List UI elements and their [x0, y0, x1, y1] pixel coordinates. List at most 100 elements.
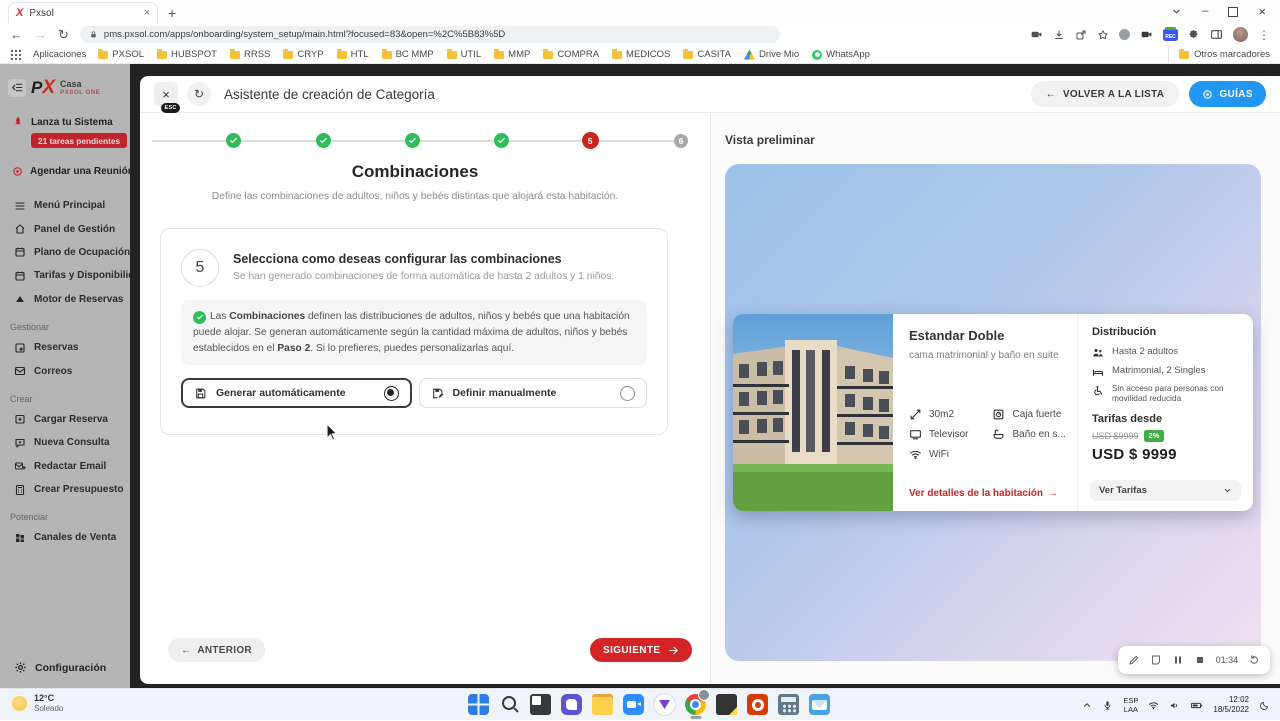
bookmark-item[interactable]: BC MMP: [382, 49, 434, 60]
speaker-icon[interactable]: [1169, 700, 1180, 711]
note-icon[interactable]: [1150, 654, 1162, 666]
window-maximize-button[interactable]: [1228, 7, 1238, 17]
new-tab-button[interactable]: +: [168, 6, 176, 20]
extensions-puzzle-icon[interactable]: [1188, 29, 1200, 41]
clock-widget[interactable]: 12:02 18/5/2022: [1213, 695, 1249, 716]
step-indicator[interactable]: 6: [674, 134, 688, 148]
reload-button[interactable]: ↻: [58, 28, 69, 41]
window-close-button[interactable]: ×: [1258, 5, 1266, 18]
step-indicator[interactable]: [316, 133, 331, 148]
restart-icon[interactable]: [1248, 654, 1260, 666]
sidebar-item[interactable]: Gestionar: [0, 311, 130, 336]
taskbar-app-icon[interactable]: [776, 692, 801, 717]
video-call-extension-icon[interactable]: [1030, 28, 1043, 41]
step-indicator[interactable]: [405, 133, 420, 148]
schedule-meeting-item[interactable]: Agendar una Reunión: [12, 166, 130, 177]
taskbar-app-icon[interactable]: [652, 692, 677, 717]
launch-system-item[interactable]: Lanza tu Sistema 21 tareas pendientes: [12, 116, 126, 149]
bookmark-item[interactable]: UTIL: [447, 49, 482, 60]
sidebar-item[interactable]: Redactar Email: [0, 455, 130, 478]
bookmark-item[interactable]: Drive Mio: [744, 49, 799, 60]
stop-icon[interactable]: [1194, 654, 1206, 666]
bookmark-item[interactable]: CASITA: [683, 49, 731, 60]
view-rates-button[interactable]: Ver Tarifas: [1090, 480, 1241, 501]
screenshot-extension-icon[interactable]: [1140, 28, 1153, 41]
option-generate-auto[interactable]: Generar automáticamente: [181, 378, 412, 408]
taskbar-app-icon[interactable]: [497, 692, 522, 717]
radio-selected[interactable]: [384, 386, 399, 401]
sidebar-item[interactable]: Crear Presupuesto: [0, 478, 130, 501]
sidebar-item[interactable]: Nueva Consulta: [0, 431, 130, 454]
taskbar-app-icon[interactable]: [714, 692, 739, 717]
url-bar[interactable]: pms.pxsol.com/apps/onboarding/system_set…: [80, 26, 780, 43]
back-button[interactable]: ←: [10, 28, 23, 41]
language-indicator[interactable]: ESPLAA: [1123, 696, 1138, 715]
room-details-link[interactable]: Ver detalles de la habitación →: [909, 488, 1058, 499]
sidebar-item[interactable]: Plano de Ocupación: [0, 241, 130, 264]
radio-unselected[interactable]: [620, 386, 635, 401]
pause-icon[interactable]: [1172, 654, 1184, 666]
tab-close-icon[interactable]: ×: [144, 8, 150, 19]
sidebar-item[interactable]: Crear: [0, 383, 130, 408]
taskbar-app-icon[interactable]: [559, 692, 584, 717]
browser-menu-icon[interactable]: ⋮: [1258, 28, 1270, 42]
sidebar-item[interactable]: Potenciar: [0, 501, 130, 526]
sidebar-item[interactable]: Correos: [0, 359, 130, 382]
step-indicator[interactable]: 5: [582, 132, 599, 149]
bookmark-item[interactable]: RRSS: [230, 49, 270, 60]
sidebar-item[interactable]: Cargar Reserva: [0, 408, 130, 431]
bookmark-item[interactable]: WhatsApp: [812, 49, 870, 60]
step-indicator[interactable]: [226, 133, 241, 148]
taskbar-app-icon[interactable]: [528, 692, 553, 717]
sidebar-item[interactable]: Tarifas y Disponibilidad: [0, 264, 130, 287]
sidebar-collapse-button[interactable]: [8, 79, 26, 97]
wifi-tray-icon[interactable]: [1148, 700, 1159, 711]
bookmark-star-icon[interactable]: [1097, 29, 1109, 41]
share-icon[interactable]: [1075, 29, 1087, 41]
focus-assist-moon-icon[interactable]: [1259, 700, 1270, 711]
option-define-manual[interactable]: Definir manualmente: [419, 378, 648, 408]
apps-label[interactable]: Aplicaciones: [33, 49, 86, 60]
microphone-icon[interactable]: [1102, 700, 1113, 711]
bookmark-item[interactable]: MEDICOS: [612, 49, 670, 60]
sidebar-item[interactable]: Reservas: [0, 336, 130, 359]
pxsol-logo[interactable]: PX: [31, 78, 55, 97]
sidebar-item[interactable]: Canales de Venta: [0, 526, 130, 549]
browser-tab[interactable]: X Pxsol ×: [8, 2, 158, 23]
weather-widget[interactable]: 12°C Soleado: [12, 693, 63, 713]
taskbar-app-icon[interactable]: [807, 692, 832, 717]
profile-avatar[interactable]: [1233, 27, 1248, 42]
bookmark-item[interactable]: MMP: [494, 49, 530, 60]
bookmark-item[interactable]: HTL: [337, 49, 369, 60]
bookmark-item[interactable]: CRYP: [283, 49, 323, 60]
bookmark-item[interactable]: COMPRA: [543, 49, 599, 60]
back-to-list-button[interactable]: ← VOLVER A LA LISTA: [1031, 81, 1180, 107]
taskbar-app-icon[interactable]: [466, 692, 491, 717]
side-panel-icon[interactable]: [1210, 28, 1223, 41]
sidebar-item[interactable]: Menú Principal: [0, 194, 130, 217]
taskbar-app-icon[interactable]: [745, 692, 770, 717]
sidebar-item[interactable]: Motor de Reservas: [0, 288, 130, 311]
taskbar-app-icon[interactable]: [683, 692, 708, 717]
taskbar-app-icon[interactable]: [621, 692, 646, 717]
bookmark-item[interactable]: HUBSPOT: [157, 49, 217, 60]
download-icon[interactable]: [1053, 29, 1065, 41]
pencil-icon[interactable]: [1128, 654, 1140, 666]
sidebar-item-configuracion[interactable]: Configuración: [14, 661, 106, 674]
tray-chevron-up-icon[interactable]: [1082, 700, 1092, 710]
sidebar-item[interactable]: Panel de Gestión: [0, 217, 130, 240]
battery-icon[interactable]: [1190, 699, 1203, 712]
bookmark-item[interactable]: PXSOL: [98, 49, 144, 60]
taskbar-app-icon[interactable]: [590, 692, 615, 717]
rec-extension-icon[interactable]: REC: [1163, 29, 1178, 41]
window-minimize-button[interactable]: –: [1202, 6, 1208, 17]
forward-button[interactable]: →: [34, 28, 47, 41]
other-bookmarks[interactable]: Otros marcadores: [1168, 46, 1270, 63]
extension-circle-icon[interactable]: [1119, 29, 1130, 40]
wizard-refresh-button[interactable]: ↻: [187, 82, 211, 106]
guides-button[interactable]: GUÍAS: [1189, 81, 1266, 107]
step-indicator[interactable]: [494, 133, 509, 148]
apps-grid-icon[interactable]: [10, 49, 21, 60]
previous-button[interactable]: ← ANTERIOR: [168, 638, 265, 662]
next-button[interactable]: SIGUIENTE: [590, 638, 692, 662]
